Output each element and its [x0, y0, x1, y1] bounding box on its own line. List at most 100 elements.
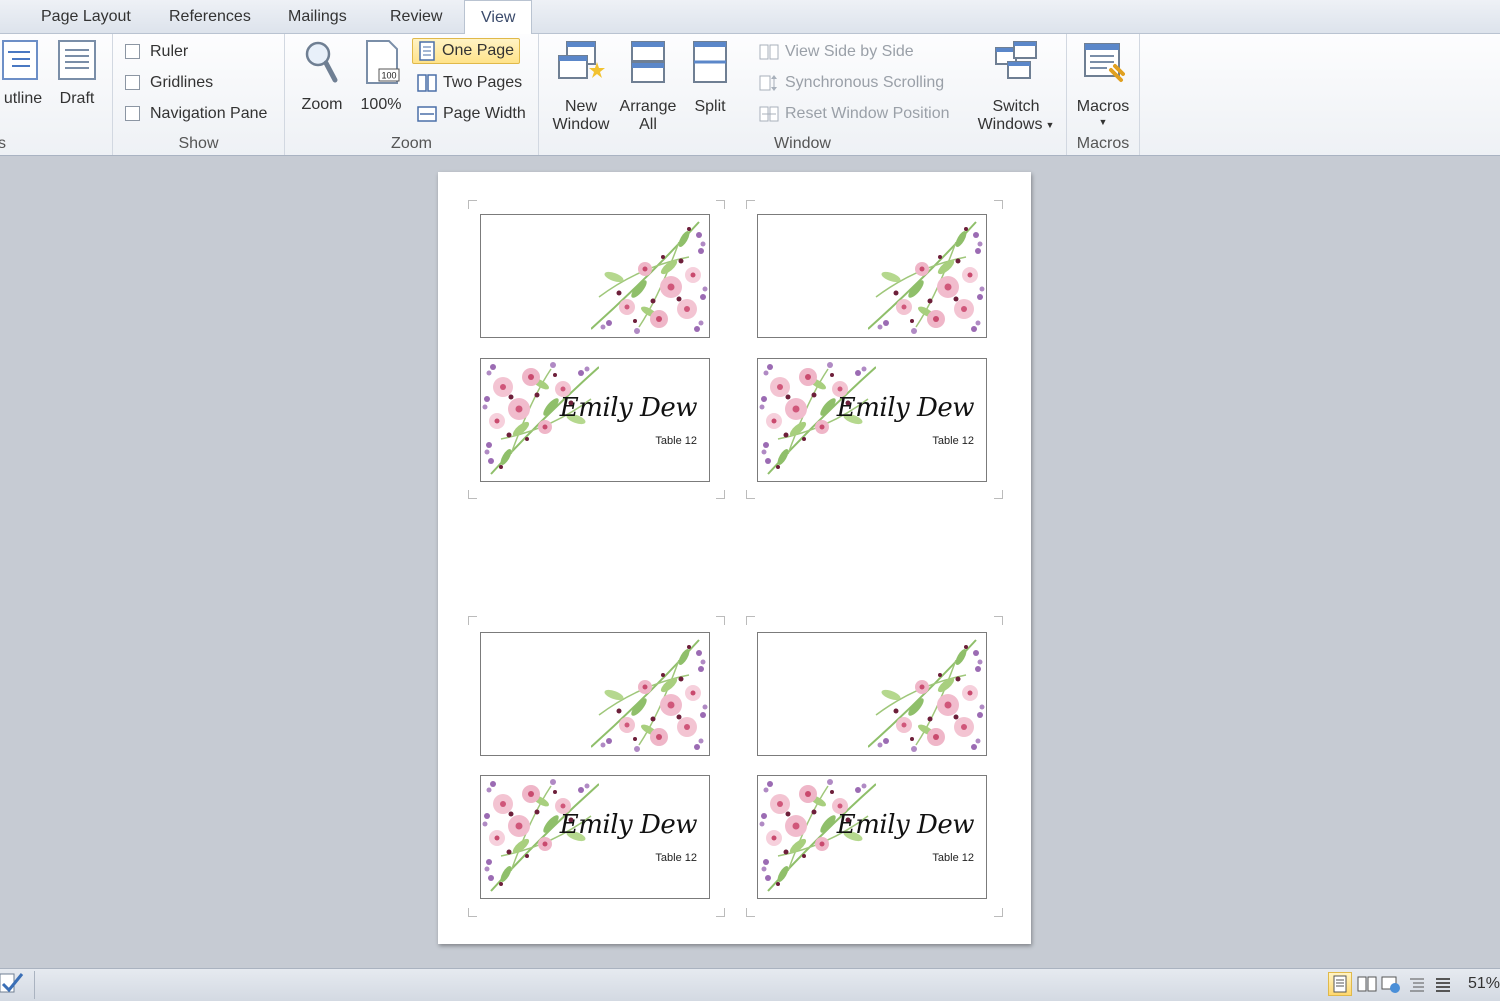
arrange-all-label-1: Arrange: [619, 98, 677, 115]
outline-view-label: utline: [3, 90, 43, 107]
print-layout-icon: [1333, 975, 1347, 993]
ruler-checkbox[interactable]: Ruler: [125, 40, 188, 64]
guest-name: Emily Dew: [559, 393, 698, 423]
switch-windows-button[interactable]: Switch Windows ▼: [973, 40, 1059, 134]
flower-decoration: [868, 221, 986, 335]
magnifier-icon: [305, 41, 338, 83]
outline-view-icon: [2, 40, 38, 80]
new-window-button[interactable]: New Window: [545, 40, 617, 134]
zoom-level[interactable]: 51%: [1468, 975, 1500, 993]
place-card-bottom[interactable]: Emily Dew Table 12: [757, 358, 987, 482]
table-number: Table 12: [932, 852, 974, 864]
ruler-label: Ruler: [150, 43, 189, 60]
one-page-icon: [419, 41, 435, 61]
zoom-label: Zoom: [301, 96, 343, 113]
crop-mark: [468, 490, 477, 499]
one-page-label: One Page: [442, 42, 515, 59]
crop-mark: [994, 200, 1003, 209]
place-card-bottom[interactable]: Emily Dew Table 12: [480, 775, 710, 899]
status-divider: [34, 971, 35, 999]
split-button[interactable]: Split: [685, 40, 735, 116]
web-layout-icon[interactable]: [1381, 974, 1401, 994]
crop-mark: [746, 616, 755, 625]
navigation-pane-label: Navigation Pane: [150, 105, 268, 122]
synchronous-scrolling-label: Synchronous Scrolling: [785, 74, 945, 91]
proofing-check-icon[interactable]: [0, 972, 24, 996]
crop-mark: [994, 616, 1003, 625]
draft-icon[interactable]: [1433, 974, 1453, 994]
gridlines-label: Gridlines: [150, 74, 214, 91]
crop-mark: [994, 490, 1003, 499]
new-window-label-2: Window: [552, 116, 610, 133]
two-pages-label: Two Pages: [443, 74, 523, 91]
sync-scroll-icon: [759, 74, 777, 91]
crop-mark: [716, 490, 725, 499]
page-100-icon: 100: [366, 40, 400, 84]
navigation-pane-checkbox[interactable]: Navigation Pane: [125, 102, 267, 126]
table-number: Table 12: [655, 435, 697, 447]
zoom-button[interactable]: Zoom: [295, 40, 349, 114]
ribbon-tab-bar: Page Layout References Mailings Review V…: [0, 0, 1500, 35]
ribbon: utline Draft s Ruler Gridlines Navigatio…: [0, 34, 1500, 156]
draft-view-button[interactable]: Draft: [52, 40, 102, 108]
gridlines-checkbox[interactable]: Gridlines: [125, 71, 213, 95]
zoom-100-button[interactable]: 100 100%: [355, 40, 407, 114]
one-page-button[interactable]: One Page: [412, 38, 521, 64]
place-card-bottom[interactable]: Emily Dew Table 12: [480, 358, 710, 482]
tab-references[interactable]: References: [163, 0, 257, 33]
flower-decoration: [591, 221, 709, 335]
page-width-button[interactable]: Page Width: [417, 102, 526, 126]
place-card-top[interactable]: [757, 214, 987, 338]
side-by-side-icon: [759, 44, 779, 60]
navigation-pane-checkbox-box[interactable]: [125, 106, 140, 122]
print-layout-view-button[interactable]: [1328, 972, 1352, 996]
arrange-all-button[interactable]: Arrange All: [615, 40, 681, 134]
crop-mark: [746, 200, 755, 209]
page-width-label: Page Width: [443, 105, 526, 122]
reset-window-icon: [759, 106, 779, 122]
switch-windows-icon: [995, 41, 1037, 79]
split-icon: [693, 41, 727, 83]
new-window-icon: [558, 41, 605, 79]
tab-review[interactable]: Review: [384, 0, 448, 33]
group-zoom: Zoom 100 100% One Page Two Pages Page Wi…: [285, 34, 539, 155]
place-card-top[interactable]: [480, 214, 710, 338]
group-label-window: Window: [774, 135, 831, 152]
tab-page-layout[interactable]: Page Layout: [35, 0, 137, 33]
flower-decoration: [591, 639, 709, 753]
tab-view[interactable]: View: [464, 0, 533, 35]
two-pages-button[interactable]: Two Pages: [417, 71, 522, 95]
page-100-icon-text: 100: [381, 71, 396, 81]
full-screen-reading-icon[interactable]: [1357, 974, 1377, 994]
gridlines-checkbox-box[interactable]: [125, 75, 140, 91]
flower-decoration: [868, 639, 986, 753]
group-show: Ruler Gridlines Navigation Pane Show: [113, 34, 285, 155]
macros-button[interactable]: Macros ▼: [1071, 40, 1135, 128]
macros-icon: [1084, 43, 1125, 82]
table-number: Table 12: [655, 852, 697, 864]
place-card-bottom[interactable]: Emily Dew Table 12: [757, 775, 987, 899]
place-card-top[interactable]: [757, 632, 987, 756]
document-page[interactable]: Emily Dew Table 12 Emily Dew Table 12 Em…: [438, 172, 1031, 944]
tab-mailings[interactable]: Mailings: [282, 0, 353, 33]
crop-mark: [716, 908, 725, 917]
group-document-views: utline Draft s: [0, 34, 113, 155]
macros-dropdown-icon: ▼: [1098, 117, 1108, 127]
synchronous-scrolling-button[interactable]: Synchronous Scrolling: [759, 71, 944, 95]
view-side-by-side-button[interactable]: View Side by Side: [759, 40, 914, 64]
crop-mark: [468, 200, 477, 209]
guest-name: Emily Dew: [836, 393, 975, 423]
switch-windows-label-2: Windows: [977, 116, 1043, 134]
crop-mark: [994, 908, 1003, 917]
reset-window-position-button[interactable]: Reset Window Position: [759, 102, 950, 126]
new-window-label-1: New: [564, 98, 597, 115]
group-label-show: Show: [178, 135, 219, 152]
ruler-checkbox-box[interactable]: [125, 44, 140, 60]
draft-view-label: Draft: [59, 90, 95, 107]
reset-window-position-label: Reset Window Position: [785, 105, 950, 122]
group-window: New Window Arrange All Split View Side b…: [539, 34, 1067, 155]
crop-mark: [716, 200, 725, 209]
place-card-top[interactable]: [480, 632, 710, 756]
outline-view-button[interactable]: utline: [0, 40, 42, 108]
outline-icon[interactable]: [1407, 974, 1427, 994]
